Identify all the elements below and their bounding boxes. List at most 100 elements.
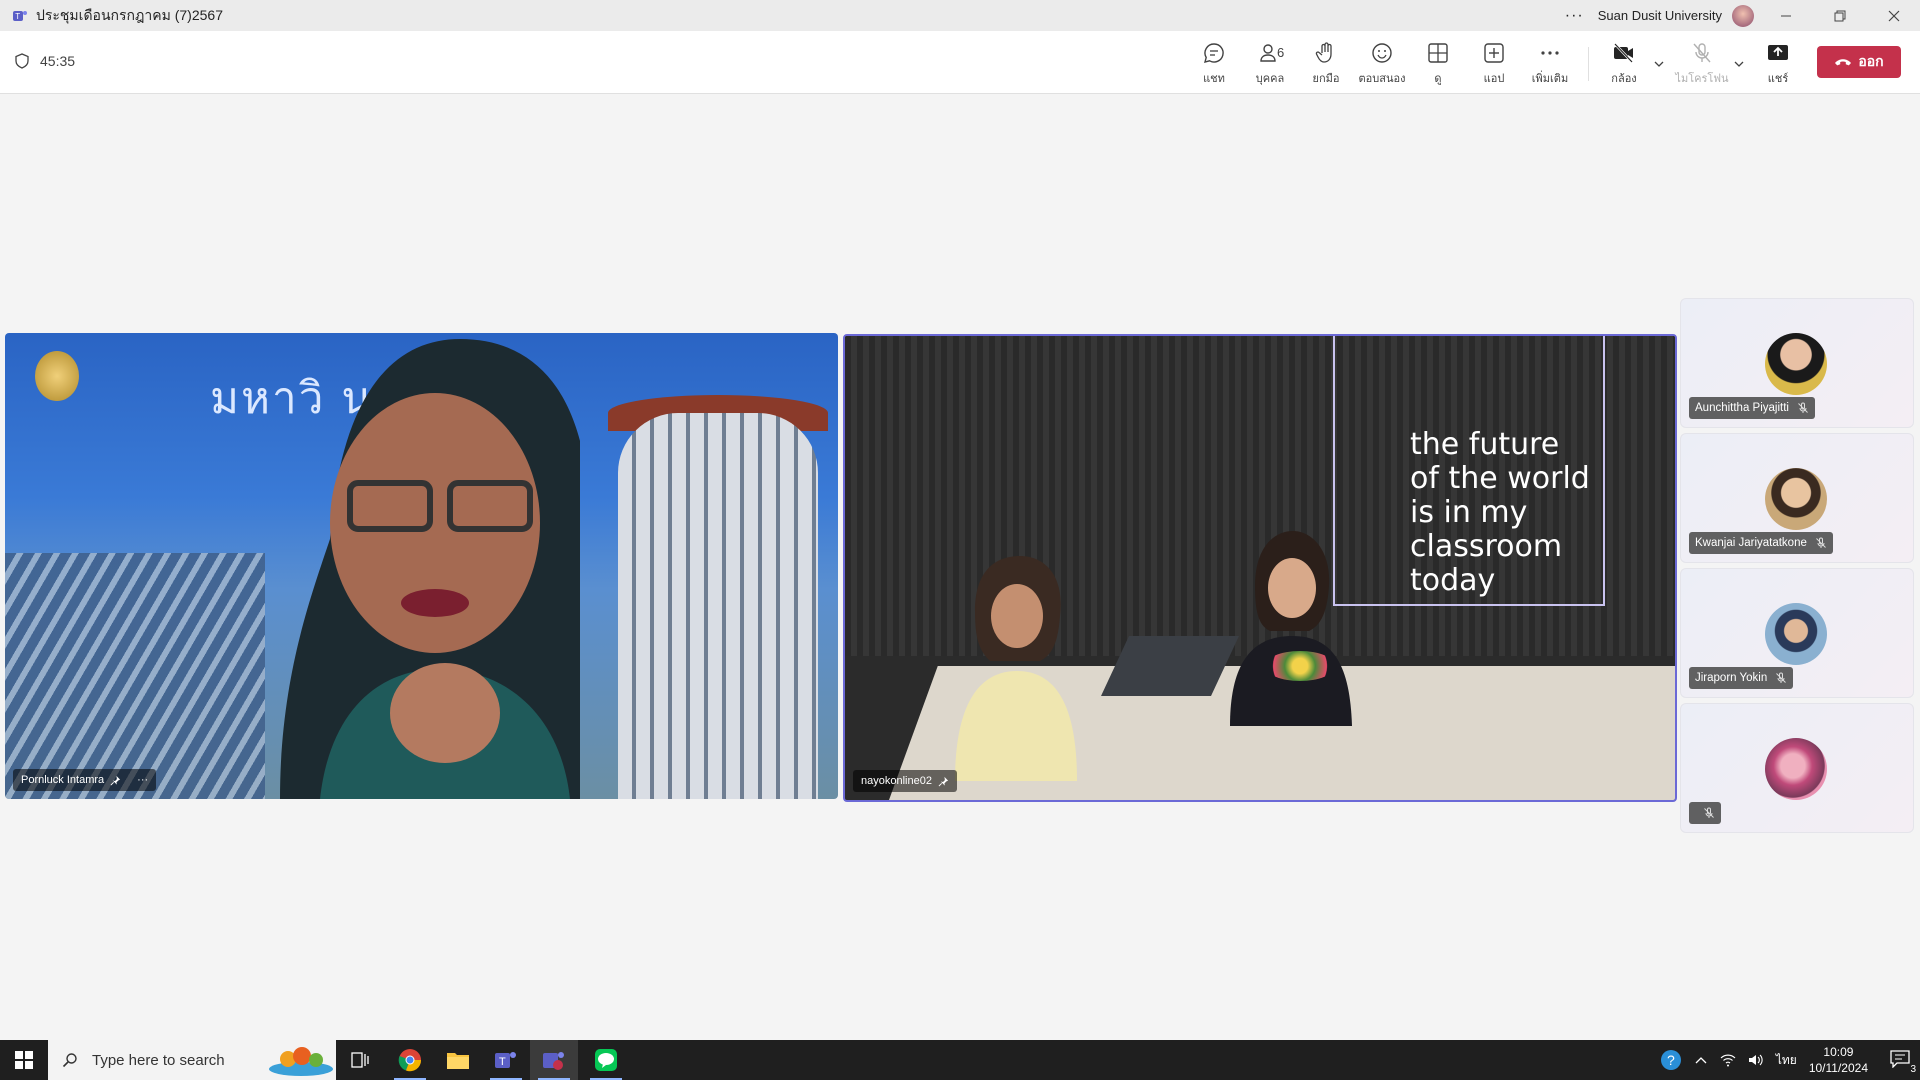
svg-text:T: T <box>499 1056 506 1068</box>
participant-tile[interactable] <box>1680 703 1914 833</box>
line-app-icon <box>595 1049 617 1071</box>
minimize-button[interactable] <box>1764 0 1808 31</box>
wifi-icon[interactable] <box>1720 1053 1736 1067</box>
leave-label: ออก <box>1858 53 1884 69</box>
react-button[interactable]: ตอบสนอง <box>1355 41 1409 89</box>
notification-center-button[interactable]: 3 <box>1890 1049 1916 1075</box>
timer-text: 45:35 <box>40 53 76 69</box>
participant-name-tag: Jiraporn Yokin <box>1689 667 1794 689</box>
raise-hand-label: ยกมือ <box>1312 73 1340 85</box>
share-label: แชร์ <box>1767 73 1789 85</box>
wall-quote: the future of the world is in my classro… <box>1410 428 1590 598</box>
tile-more-icon[interactable]: ··· <box>137 774 148 786</box>
restore-button[interactable] <box>1818 0 1862 31</box>
chat-button[interactable]: แชท <box>1187 41 1241 89</box>
folder-icon <box>447 1053 469 1069</box>
apps-button[interactable]: แอป <box>1467 41 1521 89</box>
view-button[interactable]: ดู <box>1411 41 1465 89</box>
help-icon[interactable]: ? <box>1660 1049 1682 1071</box>
share-screen-icon <box>1768 45 1788 60</box>
teams-icon: T <box>13 10 27 21</box>
mic-button[interactable]: ไมโครโฟน <box>1674 41 1730 89</box>
participant-name-tag: Aunchittha Piyajitti <box>1689 397 1815 419</box>
participant-tile[interactable]: Jiraporn Yokin <box>1680 568 1914 698</box>
participant-name: Pornluck Intamra <box>21 774 105 786</box>
smiley-icon <box>1372 43 1392 63</box>
add-app-icon <box>1484 43 1504 63</box>
chrome-icon <box>398 1049 422 1072</box>
participant-avatar <box>1765 603 1827 665</box>
quote-line: of the world <box>1410 461 1590 496</box>
participant-tile[interactable]: Aunchittha Piyajitti <box>1680 298 1914 428</box>
meeting-timer: 45:35 <box>14 53 75 69</box>
taskbar-line[interactable] <box>582 1040 630 1080</box>
camera-button[interactable]: กล้อง <box>1597 41 1651 89</box>
input-language[interactable]: ไทย <box>1776 1051 1797 1070</box>
start-button[interactable] <box>0 1040 48 1080</box>
participant-avatar <box>1765 738 1827 800</box>
volume-icon[interactable] <box>1748 1053 1764 1067</box>
notification-icon <box>1890 1049 1910 1069</box>
participant-name-tag: nayokonline02 <box>853 770 957 792</box>
more-label: เพิ่มเติม <box>1531 73 1569 85</box>
participant-avatar <box>1765 333 1827 395</box>
quote-line: classroom <box>1410 529 1563 564</box>
react-label: ตอบสนอง <box>1358 73 1406 85</box>
notification-count: 3 <box>1910 1063 1916 1075</box>
quote-line: today <box>1410 563 1496 598</box>
share-button[interactable]: แชร์ <box>1751 41 1805 89</box>
phone-hangup-icon <box>1835 59 1852 66</box>
participant-video-tile-active[interactable]: the future of the world is in my classro… <box>843 334 1677 802</box>
shield-icon <box>15 53 29 69</box>
more-options-icon[interactable]: ··· <box>1565 7 1584 25</box>
camera-off-icon <box>1614 43 1633 63</box>
participant-tile[interactable]: Kwanjai Jariyatatkone <box>1680 433 1914 563</box>
apps-label: แอป <box>1483 73 1505 85</box>
raise-hand-button[interactable]: ยกมือ <box>1299 41 1353 89</box>
participant-video <box>280 339 580 799</box>
close-button[interactable] <box>1872 0 1916 31</box>
task-view-icon <box>351 1052 369 1068</box>
view-label: ดู <box>1434 73 1442 85</box>
university-seal <box>35 351 79 401</box>
taskbar-clock[interactable]: 10:09 10/11/2024 <box>1809 1044 1868 1076</box>
participant-name: Kwanjai Jariyatatkone <box>1695 537 1807 549</box>
people-button[interactable]: 6 บุคคล <box>1243 41 1297 89</box>
close-icon <box>1888 10 1900 21</box>
chat-icon <box>1204 43 1224 63</box>
windows-icon <box>15 1051 33 1069</box>
minimize-icon <box>1781 15 1791 16</box>
hand-icon <box>1315 42 1332 63</box>
participant-name: Aunchittha Piyajitti <box>1695 402 1789 414</box>
mic-muted-icon <box>1798 402 1808 413</box>
camera-chevron-down-icon[interactable] <box>1652 57 1666 71</box>
chevron-up-icon[interactable] <box>1694 1055 1708 1065</box>
meeting-title: ประชุมเดือนกรกฎาคม (7)2567 <box>36 6 223 23</box>
system-tray: ? ไทย 10:09 10/11/2024 3 <box>1660 1040 1920 1080</box>
mic-muted-icon <box>1776 672 1787 683</box>
participant-avatar <box>1765 468 1827 530</box>
participant-video-tile[interactable]: มหาวิ นดุสิต Pornluck Intamra ··· <box>5 333 838 799</box>
taskbar-chrome[interactable] <box>386 1040 434 1080</box>
teams-icon: T <box>495 1052 516 1068</box>
leave-button[interactable]: ออก <box>1817 46 1901 78</box>
quote-line: the future <box>1410 427 1560 462</box>
participant-person <box>955 556 1077 781</box>
mic-chevron-down-icon[interactable] <box>1732 57 1746 71</box>
pin-icon[interactable] <box>110 775 121 786</box>
more-button[interactable]: เพิ่มเติม <box>1523 41 1577 89</box>
taskbar-teams-meeting[interactable] <box>530 1040 578 1080</box>
participant-name: Jiraporn Yokin <box>1695 672 1768 684</box>
windows-taskbar: Type here to search T ? ไทย 10:09 10/11/… <box>0 1040 1920 1080</box>
task-view-button[interactable] <box>336 1040 384 1080</box>
taskbar-teams[interactable]: T <box>482 1040 530 1080</box>
quote-line: is in my <box>1410 495 1528 530</box>
user-avatar[interactable] <box>1732 4 1754 27</box>
taskbar-file-explorer[interactable] <box>434 1040 482 1080</box>
background-structure <box>5 553 265 799</box>
flower-vase <box>1265 651 1335 681</box>
taskbar-search[interactable]: Type here to search <box>48 1040 336 1080</box>
svg-text:?: ? <box>1667 1052 1675 1068</box>
toolbar-divider <box>1588 47 1589 81</box>
pin-icon[interactable] <box>938 776 949 787</box>
